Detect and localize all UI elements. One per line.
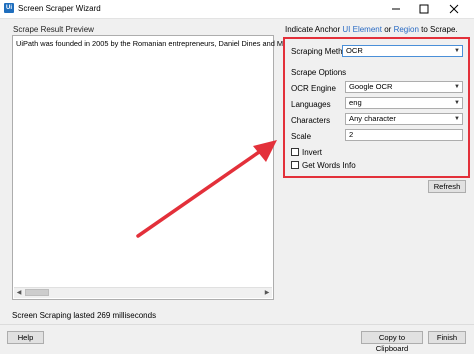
scale-label: Scale [291, 132, 312, 141]
characters-label: Characters [291, 116, 331, 125]
finish-button[interactable]: Finish [428, 331, 466, 344]
scroll-left-icon[interactable]: ◀ [14, 288, 24, 298]
invert-checkbox[interactable] [291, 148, 299, 156]
maximize-icon[interactable] [419, 4, 429, 14]
chevron-down-icon: ▼ [454, 48, 460, 54]
scraping-method-select[interactable]: OCR ▼ [342, 45, 463, 57]
ocr-engine-label: OCR Engine [291, 84, 336, 93]
scrape-options-title: Scrape Options [291, 68, 347, 77]
help-button[interactable]: Help [7, 331, 44, 344]
uipath-logo-icon: Ui [4, 3, 14, 13]
get-words-info-label: Get Words Info [302, 161, 356, 170]
chevron-down-icon: ▼ [454, 100, 460, 106]
get-words-info-checkbox[interactable] [291, 161, 299, 169]
close-icon[interactable] [449, 4, 459, 14]
preview-text: UiPath was founded in 2005 by the Romani… [16, 39, 320, 48]
invert-label: Invert [302, 148, 323, 157]
anchor-or: or [384, 25, 392, 34]
copy-to-clipboard-button[interactable]: Copy to Clipboard [361, 331, 423, 353]
languages-select[interactable]: eng ▼ [345, 97, 463, 109]
scrape-result-preview[interactable]: UiPath was founded in 2005 by the Romani… [12, 35, 319, 300]
region-link[interactable]: Region [394, 25, 419, 34]
refresh-button[interactable]: Refresh [428, 180, 466, 193]
ui-element-link[interactable]: UI Element [342, 25, 382, 34]
bottom-divider [0, 324, 474, 325]
ocr-engine-value: Google OCR [349, 82, 393, 91]
characters-select[interactable]: Any character ▼ [345, 113, 463, 125]
indicate-anchor-line: Indicate Anchor UI Element or Region to … [285, 25, 458, 34]
scale-input[interactable]: 2 [345, 129, 463, 141]
scraping-options-panel: Scraping Method OCR ▼ Scrape Options OCR… [283, 37, 470, 178]
preview-label: Scrape Result Preview [13, 25, 94, 34]
status-text: Screen Scraping lasted 269 milliseconds [12, 311, 157, 320]
window-controls [378, 2, 468, 16]
chevron-down-icon: ▼ [454, 84, 460, 90]
window-title: Screen Scraper Wizard [18, 4, 101, 13]
characters-value: Any character [349, 114, 396, 123]
anchor-suffix: to Scrape. [421, 25, 458, 34]
scraping-method-value: OCR [346, 46, 363, 55]
anchor-prefix: Indicate Anchor [285, 25, 341, 34]
scroll-right-icon[interactable]: ▶ [262, 288, 272, 298]
title-bar: Ui Screen Scraper Wizard [0, 0, 474, 19]
languages-label: Languages [291, 100, 331, 109]
horizontal-scrollbar[interactable]: ◀ ▶ [14, 287, 272, 298]
scrollbar-thumb[interactable] [25, 289, 49, 296]
languages-value: eng [349, 98, 362, 107]
ocr-engine-select[interactable]: Google OCR ▼ [345, 81, 463, 93]
chevron-down-icon: ▼ [454, 116, 460, 122]
